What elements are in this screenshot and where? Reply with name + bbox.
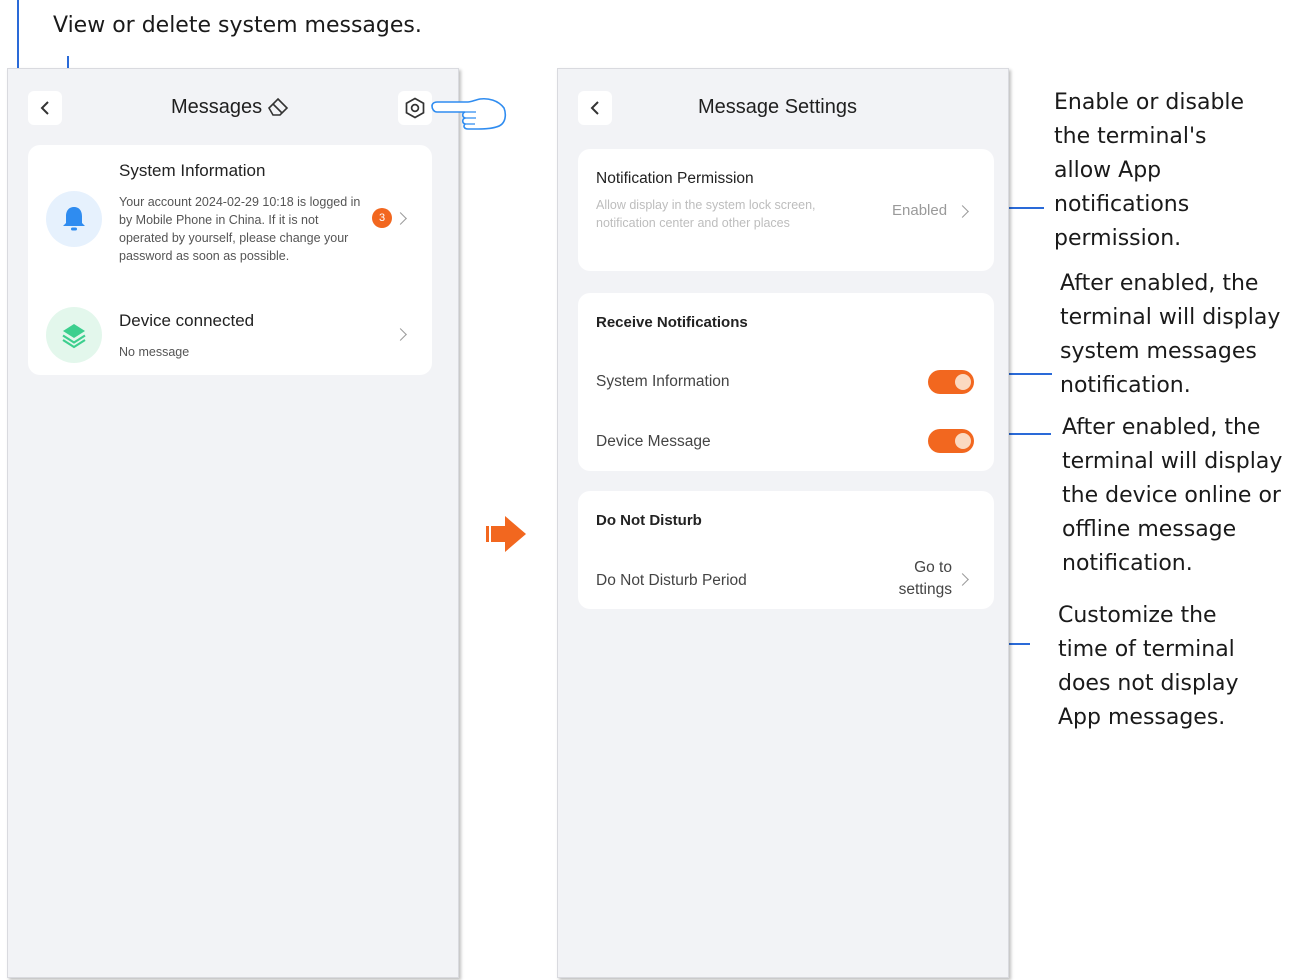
dnd-period-label: Do Not Disturb Period: [596, 572, 747, 589]
layers-icon: [62, 324, 86, 349]
arrow-right-icon: [486, 516, 526, 552]
annotation-view-delete: View or delete system messages.: [53, 13, 422, 38]
page-title: Messages: [171, 96, 263, 118]
messages-screen: Messages System Information Your account…: [7, 68, 459, 978]
system-info-text: Your account 2024-02-29 10:18 is logged …: [119, 195, 361, 263]
permission-title: Notification Permission: [596, 170, 754, 187]
system-info-label: System Information: [596, 373, 730, 390]
chevron-left-icon: [590, 101, 599, 115]
annotation-permission: Enable or disable the terminal's allow A…: [1054, 90, 1245, 251]
settings-button[interactable]: [398, 91, 432, 125]
chevron-right-icon: [956, 573, 969, 586]
annotation-device-message: After enabled, the terminal will display…: [1062, 415, 1283, 576]
chevron-left-icon: [40, 101, 49, 115]
permission-status: Enabled: [892, 202, 948, 219]
list-item-device-connected[interactable]: Device connected No message: [28, 295, 432, 375]
device-message-toggle[interactable]: [928, 429, 974, 453]
eraser-icon[interactable]: [267, 97, 289, 119]
list-item-system-info[interactable]: System Information Your account 2024-02-…: [28, 145, 432, 295]
annotation-dnd: Customize the time of terminal does not …: [1058, 603, 1239, 730]
device-title: Device connected: [119, 311, 255, 330]
annotation-system-info: After enabled, the terminal will display…: [1060, 271, 1281, 398]
back-button[interactable]: [578, 91, 612, 125]
device-avatar: [46, 307, 102, 363]
chevron-right-icon: [394, 212, 407, 225]
pointing-hand-icon: [431, 97, 507, 130]
chevron-right-icon: [394, 328, 407, 341]
unread-badge: 3: [372, 208, 392, 228]
permission-card[interactable]: Notification Permission Allow display in…: [578, 149, 994, 271]
chevron-right-icon: [956, 205, 969, 218]
dnd-card: Do Not Disturb Do Not Disturb Period Go …: [578, 491, 994, 609]
message-list-card: System Information Your account 2024-02-…: [28, 145, 432, 375]
dnd-go-to-settings[interactable]: Go to settings: [878, 557, 952, 601]
back-button[interactable]: [28, 91, 62, 125]
page-title: Message Settings: [698, 96, 857, 118]
system-info-title: System Information: [119, 161, 266, 180]
bell-avatar: [46, 191, 102, 247]
dnd-header: Do Not Disturb: [596, 512, 702, 529]
settings-hexagon-icon: [405, 97, 425, 119]
system-info-toggle[interactable]: [928, 370, 974, 394]
receive-notifications-card: Receive Notifications System Information…: [578, 293, 994, 471]
permission-desc: Allow display in the system lock screen,…: [596, 198, 816, 230]
message-settings-screen: Message Settings Notification Permission…: [557, 68, 1009, 978]
bell-icon: [63, 207, 85, 231]
device-text: No message: [119, 345, 190, 359]
device-message-label: Device Message: [596, 433, 711, 450]
receive-header: Receive Notifications: [596, 314, 748, 331]
